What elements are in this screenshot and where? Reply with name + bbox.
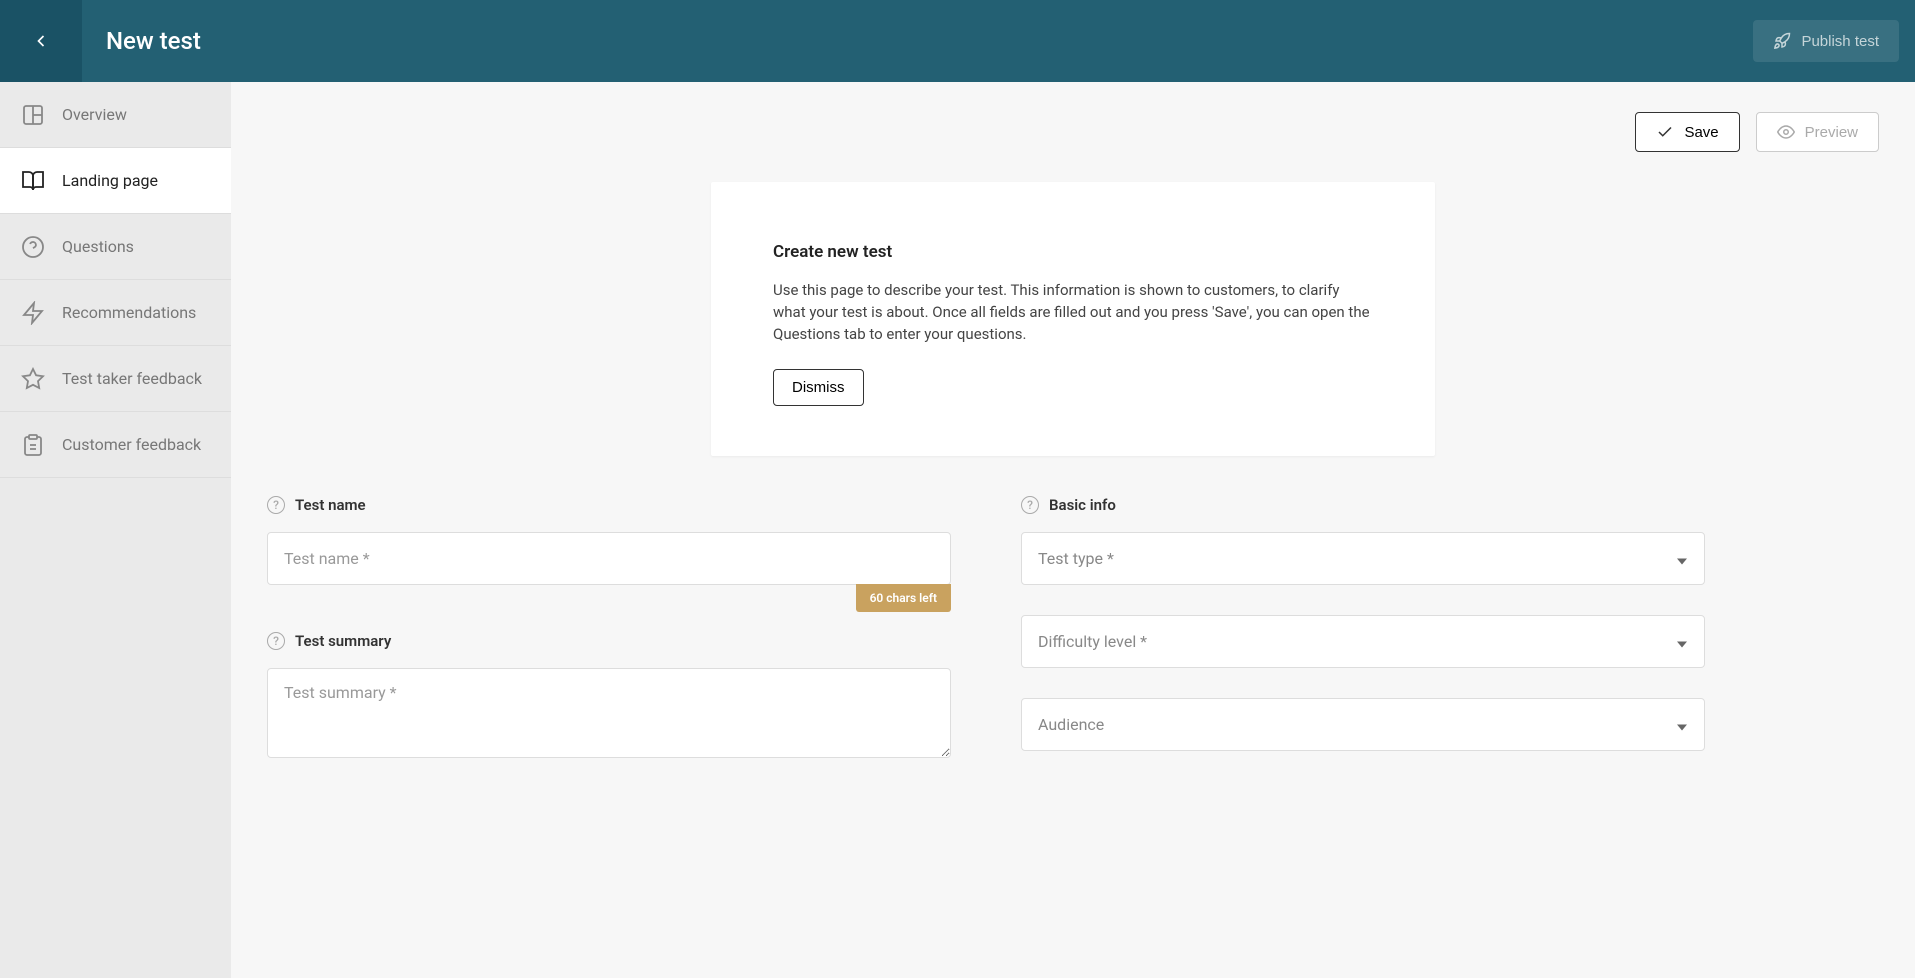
bolt-icon [20,300,46,326]
rocket-icon [1773,32,1791,50]
back-button[interactable] [0,0,82,82]
main-content: Save Preview Create new test Use this pa… [231,82,1915,978]
test-name-label: Test name [295,496,366,514]
form-area: ? Test name 60 chars left ? Test summary [231,496,1741,781]
chars-left-badge: 60 chars left [856,584,951,612]
char-counter-row: 60 chars left [267,584,951,612]
test-summary-textarea[interactable] [267,668,951,758]
dismiss-button[interactable]: Dismiss [773,369,864,406]
info-card: Create new test Use this page to describ… [711,182,1435,456]
question-circle-icon [20,234,46,260]
clipboard-icon [20,432,46,458]
sidebar-item-landing-page[interactable]: Landing page [0,148,231,214]
publish-label: Publish test [1801,33,1879,50]
basic-info-label-row: ? Basic info [1021,496,1705,514]
sidebar: Overview Landing page Questions Recommen… [0,82,231,978]
form-left-column: ? Test name 60 chars left ? Test summary [267,496,951,781]
test-type-select[interactable]: Test type * [1021,532,1705,585]
sidebar-item-label: Questions [62,237,134,256]
test-name-label-row: ? Test name [267,496,951,514]
app-header: New test Publish test [0,0,1915,82]
sidebar-item-customer-feedback[interactable]: Customer feedback [0,412,231,478]
info-card-body: Use this page to describe your test. Thi… [773,280,1373,345]
basic-info-label: Basic info [1049,496,1116,514]
sidebar-item-label: Landing page [62,171,158,190]
sidebar-item-test-taker-feedback[interactable]: Test taker feedback [0,346,231,412]
preview-label: Preview [1805,124,1858,141]
test-summary-label: Test summary [295,632,391,650]
toolbar: Save Preview [231,82,1915,172]
page-title: New test [106,27,201,55]
sidebar-item-label: Overview [62,105,127,124]
layout-icon [20,102,46,128]
info-card-title: Create new test [773,242,1373,262]
sidebar-item-label: Test taker feedback [62,369,202,388]
save-label: Save [1684,124,1718,141]
eye-icon [1777,123,1795,141]
header-left: New test [0,0,201,82]
book-open-icon [20,168,46,194]
star-icon [20,366,46,392]
test-summary-label-row: ? Test summary [267,632,951,650]
sidebar-item-label: Customer feedback [62,435,201,454]
test-name-input[interactable] [267,532,951,585]
preview-button[interactable]: Preview [1756,112,1879,152]
help-icon[interactable]: ? [1021,496,1039,514]
sidebar-item-overview[interactable]: Overview [0,82,231,148]
audience-select[interactable]: Audience [1021,698,1705,751]
help-icon[interactable]: ? [267,496,285,514]
save-button[interactable]: Save [1635,112,1739,152]
sidebar-item-label: Recommendations [62,303,196,322]
sidebar-item-recommendations[interactable]: Recommendations [0,280,231,346]
sidebar-item-questions[interactable]: Questions [0,214,231,280]
publish-test-button[interactable]: Publish test [1753,20,1899,62]
check-icon [1656,123,1674,141]
chevron-left-icon [31,31,51,51]
help-icon[interactable]: ? [267,632,285,650]
form-right-column: ? Basic info Test type * Difficulty leve… [1021,496,1705,781]
difficulty-level-select[interactable]: Difficulty level * [1021,615,1705,668]
